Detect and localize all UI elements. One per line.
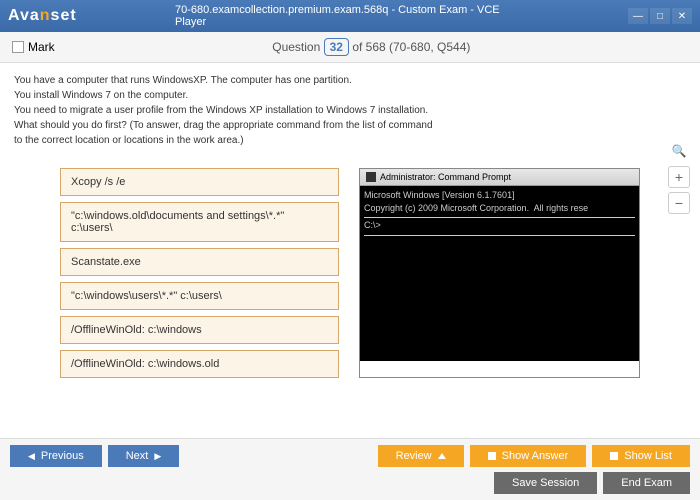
square-icon xyxy=(488,452,496,460)
command-prompt-window: Administrator: Command Prompt Microsoft … xyxy=(359,168,640,378)
drag-option[interactable]: Xcopy /s /e xyxy=(60,168,339,196)
drag-option[interactable]: "c:\windows\users\*.*" c:\users\ xyxy=(60,282,339,310)
show-list-button[interactable]: Show List xyxy=(592,445,690,467)
chevron-up-icon xyxy=(438,453,446,459)
command-prompt-titlebar: Administrator: Command Prompt xyxy=(360,169,639,186)
question-text: You have a computer that runs WindowsXP.… xyxy=(0,63,700,158)
maximize-button[interactable]: □ xyxy=(650,8,670,24)
question-header: Mark Question 32 of 568 (70-680, Q544) xyxy=(0,32,700,63)
drag-option[interactable]: /OfflineWinOld: c:\windows xyxy=(60,316,339,344)
window-title: 70-680.examcollection.premium.exam.568q … xyxy=(175,4,525,28)
question-counter: Question 32 of 568 (70-680, Q544) xyxy=(55,40,688,54)
end-exam-button[interactable]: End Exam xyxy=(603,472,690,494)
drag-option[interactable]: /OfflineWinOld: c:\windows.old xyxy=(60,350,339,378)
mark-checkbox[interactable] xyxy=(12,41,24,53)
drag-option[interactable]: "c:\windows.old\documents and settings\*… xyxy=(60,202,339,242)
window-controls: — □ ✕ xyxy=(628,8,692,24)
window-titlebar: Avanset 70-680.examcollection.premium.ex… xyxy=(0,0,700,32)
work-area: Xcopy /s /e "c:\windows.old\documents an… xyxy=(0,158,700,388)
mark-label: Mark xyxy=(28,40,55,54)
close-button[interactable]: ✕ xyxy=(672,8,692,24)
drag-source-list: Xcopy /s /e "c:\windows.old\documents an… xyxy=(60,168,339,378)
drag-option[interactable]: Scanstate.exe xyxy=(60,248,339,276)
review-button[interactable]: Review xyxy=(378,445,464,467)
zoom-out-button[interactable]: − xyxy=(668,192,690,214)
next-button[interactable]: Next▶ xyxy=(108,445,180,467)
bottom-toolbar: ◀Previous Next▶ Review Show Answer Show … xyxy=(0,438,700,500)
show-answer-button[interactable]: Show Answer xyxy=(470,445,587,467)
command-prompt-body[interactable]: Microsoft Windows [Version 6.1.7601] Cop… xyxy=(360,186,639,361)
magnifier-icon: 🔍 xyxy=(668,140,690,162)
previous-button[interactable]: ◀Previous xyxy=(10,445,102,467)
square-icon xyxy=(610,452,618,460)
zoom-in-button[interactable]: + xyxy=(668,166,690,188)
minimize-button[interactable]: — xyxy=(628,8,648,24)
question-number: 32 xyxy=(324,38,349,56)
zoom-controls: 🔍 + − xyxy=(668,140,690,214)
app-logo: Avanset xyxy=(8,7,77,25)
terminal-icon xyxy=(366,172,376,182)
save-session-button[interactable]: Save Session xyxy=(494,472,597,494)
